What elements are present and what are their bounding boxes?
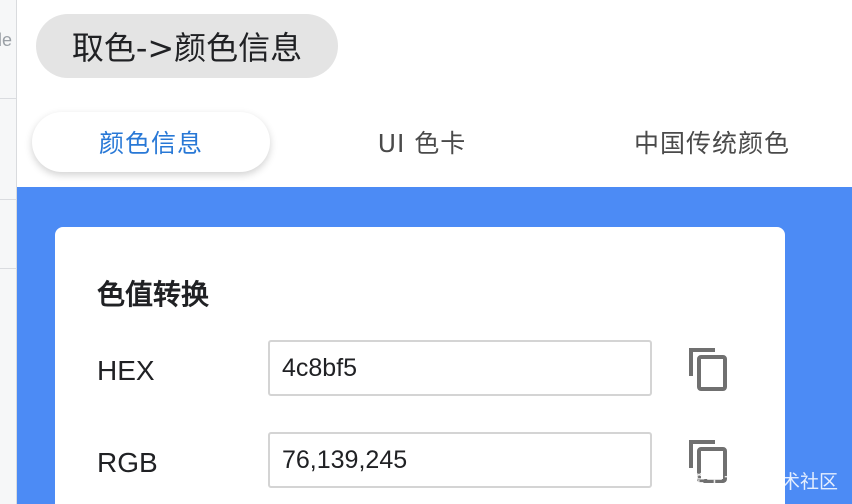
tab-chinese-traditional-colors[interactable]: 中国传统颜色: [592, 112, 832, 172]
color-picker-popup: 取色->颜色信息 颜色信息 UI 色卡 中国传统颜色 色值转换 HEX RGB: [17, 0, 852, 504]
rgb-input[interactable]: [268, 432, 652, 488]
divider: [0, 268, 16, 269]
tab-color-info[interactable]: 颜色信息: [32, 112, 270, 172]
popup-title: 取色->颜色信息: [36, 14, 338, 78]
color-conversion-card: 色值转换 HEX RGB: [55, 227, 785, 504]
hex-label: HEX: [97, 355, 155, 386]
divider: [0, 98, 16, 99]
background-page: le: [0, 0, 17, 504]
rgb-label: RGB: [97, 447, 158, 478]
background-text: le: [0, 30, 13, 50]
card-title: 色值转换: [97, 278, 210, 311]
divider: [0, 199, 16, 200]
tab-ui-color-card[interactable]: UI 色卡: [322, 112, 522, 172]
copy-hex-button[interactable]: [687, 346, 729, 392]
tab-bar: 颜色信息 UI 色卡 中国传统颜色: [32, 112, 852, 172]
hex-input[interactable]: [268, 340, 652, 396]
watermark: @稀土掘金技术社区: [666, 471, 838, 493]
content-area: 色值转换 HEX RGB @稀土掘金技术社区: [17, 187, 852, 504]
copy-icon: [689, 348, 727, 391]
